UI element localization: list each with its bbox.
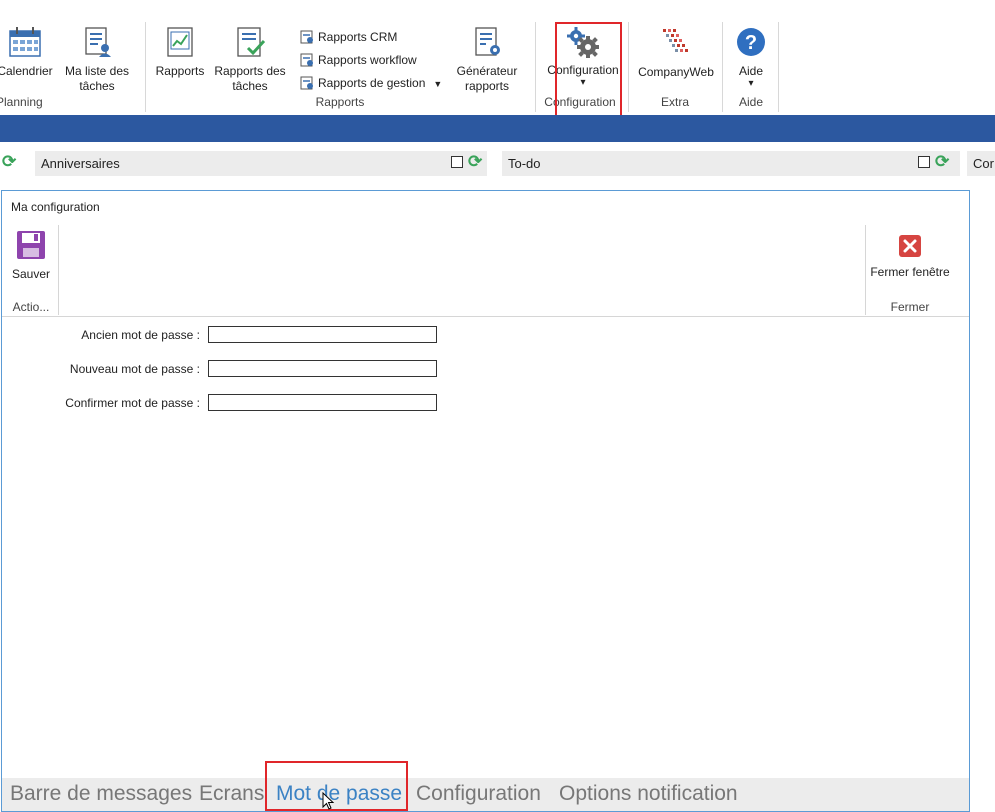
close-window-button[interactable]: Fermer fenêtre — [868, 234, 952, 279]
task-reports-label-2: tâches — [232, 79, 268, 93]
task-reports-button[interactable]: Rapports des tâches — [212, 22, 288, 94]
extra-group-label: Extra — [660, 95, 689, 109]
save-button[interactable]: Sauver — [8, 229, 54, 281]
management-reports-label: Rapports de gestion — [318, 76, 426, 90]
help-icon: ? — [737, 28, 765, 56]
confirm-password-label: Confirmer mot de passe : — [65, 396, 200, 410]
ribbon-blue-bar — [0, 115, 995, 142]
help-group-label: Aide — [738, 95, 764, 109]
tab-screens[interactable]: Ecrans — [199, 782, 264, 806]
task-reports-label-1: Rapports des — [214, 64, 286, 78]
todo-title: To-do — [508, 156, 541, 171]
configuration-highlight — [555, 22, 622, 120]
save-label: Sauver — [11, 267, 51, 281]
calendar-label: Calendrier — [0, 64, 53, 78]
refresh-icon[interactable]: ⟳ — [935, 152, 949, 172]
reports-button[interactable]: Rapports — [152, 22, 208, 79]
birthdays-widget-header: Anniversaires — [35, 151, 487, 176]
toolbar-separator — [865, 225, 866, 315]
third-widget-header: Cor — [967, 151, 995, 176]
close-icon — [899, 235, 921, 257]
ribbon-separator — [145, 22, 146, 112]
help-label: Aide — [738, 64, 764, 78]
workflow-reports-label: Rapports workflow — [318, 53, 417, 67]
save-floppy-icon — [17, 231, 45, 259]
tab-configuration[interactable]: Configuration — [416, 782, 541, 806]
dialog-tab-bar: Barre de messages Ecrans Mot de passe Co… — [2, 761, 969, 811]
calendar-icon — [9, 27, 41, 57]
refresh-icon[interactable]: ⟳ — [468, 152, 482, 172]
ribbon-separator — [535, 22, 536, 112]
tab-message-bar[interactable]: Barre de messages — [10, 782, 192, 806]
toolbar-separator — [58, 225, 59, 315]
workflow-reports-button[interactable]: Rapports workflow — [300, 50, 417, 70]
svg-text:?: ? — [745, 32, 757, 54]
old-password-field[interactable] — [208, 326, 437, 343]
todo-checkbox[interactable] — [918, 156, 930, 168]
dialog-title: Ma configuration — [11, 200, 100, 214]
third-widget-title: Cor — [973, 156, 994, 171]
dialog-toolbar: Sauver Actio... Fermer fenêtre Fermer — [2, 225, 969, 317]
actions-group-label: Actio... — [12, 300, 50, 314]
ribbon-separator — [628, 22, 629, 112]
companyweb-label: CompanyWeb — [638, 65, 714, 79]
crm-reports-button[interactable]: Rapports CRM — [300, 27, 397, 47]
help-button[interactable]: ? Aide ▾ — [728, 22, 774, 89]
new-password-label: Nouveau mot de passe : — [69, 362, 200, 376]
reports-group-label: Rapports — [315, 95, 365, 109]
my-configuration-dialog: Ma configuration Sauver Actio... Fermer … — [1, 190, 970, 812]
companyweb-button[interactable]: CompanyWeb — [636, 22, 716, 80]
reports-label: Rapports — [155, 64, 205, 78]
companyweb-logo-icon — [663, 29, 688, 52]
report-generator-label-2: rapports — [464, 79, 510, 93]
my-tasks-label-1: Ma liste des — [64, 64, 130, 78]
todo-widget-header: To-do — [502, 151, 960, 176]
report-chart-icon — [167, 27, 193, 57]
close-group-label: Fermer — [890, 300, 930, 314]
refresh-icon[interactable]: ⟳ — [2, 152, 16, 172]
dropdown-arrow-icon: ▼ — [433, 79, 443, 89]
planning-group-label: Planning — [0, 95, 43, 109]
mouse-cursor-icon — [322, 792, 335, 810]
report-generator-label-1: Générateur — [456, 64, 518, 78]
management-report-icon — [300, 76, 313, 90]
report-generator-icon — [475, 27, 500, 56]
ribbon-separator — [722, 22, 723, 112]
calendar-button[interactable]: Calendrier — [0, 22, 54, 79]
management-reports-button[interactable]: Rapports de gestion ▼ — [300, 73, 442, 93]
task-list-icon — [85, 27, 111, 57]
new-password-field[interactable] — [208, 360, 437, 377]
task-report-icon — [237, 27, 266, 57]
password-tab-highlight — [265, 761, 408, 811]
my-tasks-label-2: tâches — [79, 79, 115, 93]
close-window-label: Fermer fenêtre — [870, 265, 950, 279]
my-tasks-button[interactable]: Ma liste des tâches — [62, 22, 132, 94]
crm-reports-label: Rapports CRM — [318, 30, 398, 44]
birthdays-checkbox[interactable] — [451, 156, 463, 168]
old-password-label: Ancien mot de passe : — [81, 328, 200, 342]
report-generator-button[interactable]: Générateur rapports — [452, 22, 522, 94]
birthdays-title: Anniversaires — [41, 156, 120, 171]
tab-notification-options[interactable]: Options notification — [559, 782, 738, 806]
help-dropdown-icon: ▾ — [748, 78, 754, 89]
crm-report-icon — [300, 30, 313, 44]
workflow-report-icon — [300, 53, 313, 67]
ribbon: Calendrier Ma liste des tâches Planning … — [0, 22, 995, 120]
ribbon-separator — [778, 22, 779, 112]
confirm-password-field[interactable] — [208, 394, 437, 411]
